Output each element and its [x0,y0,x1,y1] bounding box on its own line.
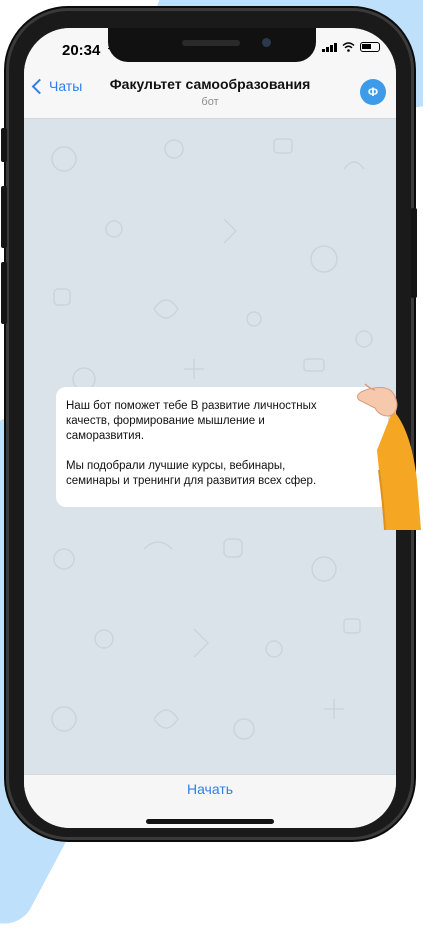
side-button-power [411,208,417,298]
speaker-grille [182,40,240,46]
wifi-icon [342,42,355,52]
message-bubble: Наш бот поможет тебе В развитие личностн… [56,387,388,507]
bot-avatar[interactable]: Ф [360,79,386,105]
battery-icon [360,42,380,52]
chat-area: Наш бот поможет тебе В развитие личностн… [24,119,396,774]
side-button-silent [1,128,7,162]
start-button[interactable]: Начать [24,781,396,797]
message-line: саморазвития. [66,430,145,442]
front-camera [262,38,271,47]
status-time: 20:34 [62,42,101,59]
chat-title: Факультет самообразования [109,76,311,92]
signal-icon [322,42,337,52]
status-bar: 20:34 [24,28,396,68]
message-line: качеств, формирование мышление и [66,415,265,427]
chat-header: Чаты Факультет самообразования бот Ф [24,68,396,119]
message-line: Мы подобрали лучшие курсы, вебинары, [66,460,286,472]
chat-subtitle: бот [201,96,219,108]
avatar-letter: Ф [367,85,379,99]
side-button-volume-down [1,262,7,324]
side-button-volume-up [1,186,7,248]
message-line: семинары и тренинги для развития всех сф… [66,475,317,487]
phone-frame: 20:34 Чаты Факультет самообразования бот… [1,8,417,840]
home-indicator [146,819,274,824]
pointing-hand-illustration [356,383,421,530]
phone-screen: 20:34 Чаты Факультет самообразования бот… [24,28,396,828]
message-line: Наш бот поможет тебе В развитие личностн… [66,400,317,412]
bottom-bar: Начать [24,774,396,828]
notch [108,28,316,62]
status-icons [322,42,380,52]
